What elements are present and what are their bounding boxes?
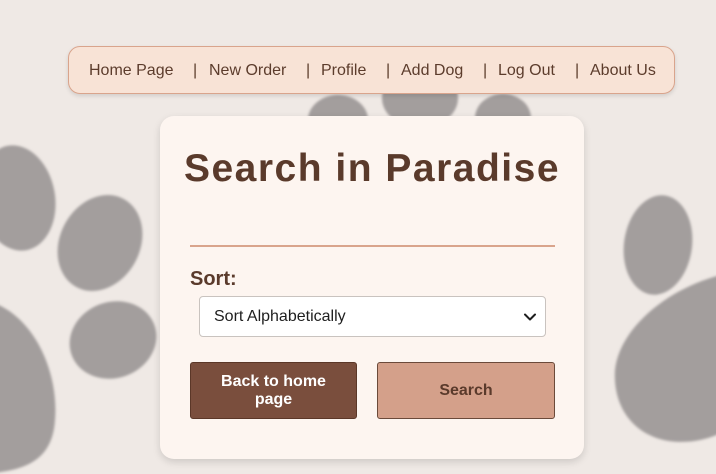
nav-link-log-out[interactable]: Log Out xyxy=(498,62,555,80)
nav-link-about-us[interactable]: About Us xyxy=(590,62,656,80)
nav-link-home-page[interactable]: Home Page xyxy=(89,62,174,80)
sort-label: Sort: xyxy=(190,268,237,290)
nav-link-new-order[interactable]: New Order xyxy=(209,62,286,80)
chevron-down-icon xyxy=(524,313,536,321)
nav-link-add-dog[interactable]: Add Dog xyxy=(401,62,463,80)
nav-separator: | xyxy=(386,62,391,79)
top-navigation-bar: Home Page | New Order | Profile | Add Do… xyxy=(68,46,675,94)
back-to-home-button[interactable]: Back to home page xyxy=(190,362,357,419)
nav-separator: | xyxy=(575,62,580,79)
nav-separator: | xyxy=(306,62,311,79)
sort-select-value: Sort Alphabetically xyxy=(214,308,346,325)
title-divider xyxy=(190,245,555,247)
nav-separator: | xyxy=(193,62,198,79)
nav-link-profile[interactable]: Profile xyxy=(321,62,366,80)
search-card: Search in Paradise Sort: Sort Alphabetic… xyxy=(160,116,584,459)
search-button[interactable]: Search xyxy=(377,362,555,419)
sort-select[interactable]: Sort Alphabetically xyxy=(199,296,546,337)
nav-separator: | xyxy=(483,62,488,79)
page-title: Search in Paradise xyxy=(183,147,561,190)
